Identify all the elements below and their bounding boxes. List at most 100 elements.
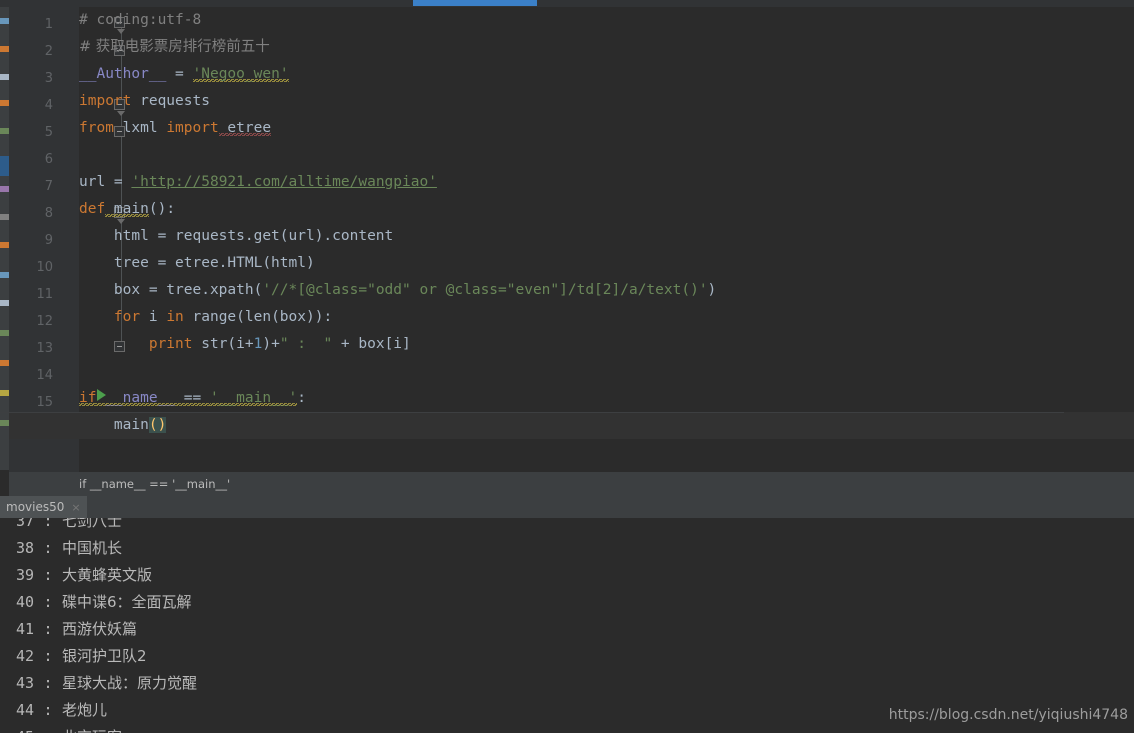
code-line-16-current: main() bbox=[0, 412, 1134, 439]
console-tab-bar[interactable]: movies50 × bbox=[0, 496, 1134, 519]
code-line-15: if __name__ == '__main__': bbox=[79, 385, 1134, 412]
operator-token: = bbox=[166, 66, 193, 82]
line-number: 4 bbox=[44, 98, 53, 113]
console-index: 40 bbox=[15, 593, 34, 611]
code-line-7: url = 'http://58921.com/alltime/wangpiao… bbox=[79, 169, 1134, 196]
tab-movies50[interactable]: movies50 × bbox=[0, 496, 87, 518]
variable-token: url bbox=[79, 174, 114, 190]
console-index: 44 bbox=[15, 701, 34, 719]
line-number: 8 bbox=[44, 206, 53, 221]
code-line-1: # coding:utf-8 bbox=[79, 7, 1134, 34]
operator-token: = bbox=[113, 174, 132, 190]
line-number: 13 bbox=[36, 341, 53, 356]
console-row: 42: 银河护卫队2 bbox=[0, 643, 1134, 670]
console-index: 37 bbox=[15, 518, 34, 530]
console-title: 七剑八士 bbox=[62, 518, 123, 530]
console-index: 38 bbox=[15, 539, 34, 557]
code-line-4: import requests bbox=[79, 88, 1134, 115]
console-row: 45:北京玩客 bbox=[0, 724, 1134, 733]
operator-token: == bbox=[183, 390, 210, 406]
statement-token: range(len(box)): bbox=[183, 309, 333, 325]
code-text-area[interactable]: # coding:utf-8 # 获取电影票房排行榜前五十 __Author__… bbox=[0, 7, 1134, 472]
line-number: 10 bbox=[36, 260, 53, 275]
console-separator: : bbox=[43, 647, 53, 665]
line-number: 9 bbox=[44, 233, 53, 248]
code-line-3: __Author__ = 'Negoo_wen' bbox=[79, 61, 1134, 88]
console-row: 40: 碟中谍6：全面瓦解 bbox=[0, 589, 1134, 616]
punctuation-token: ) bbox=[707, 282, 717, 298]
code-folding-gutter[interactable] bbox=[61, 7, 125, 472]
run-console-output[interactable]: 37: 七剑八士 38: 中国机长 39: 大黄蜂英文版 40: 碟中谍6：全面瓦解 4… bbox=[0, 518, 1134, 733]
console-row: 41: 西游伏妖篇 bbox=[0, 616, 1134, 643]
breadcrumb[interactable]: if __name__ == '__main__' bbox=[79, 472, 230, 496]
comment-token: # coding:utf-8 bbox=[79, 12, 202, 28]
console-index: 43 bbox=[15, 674, 34, 692]
xpath-string-token: '//*[@class="odd" or @class="even"]/td[2… bbox=[262, 282, 708, 298]
string-token: '__main__' bbox=[209, 390, 298, 406]
console-title: 银河护卫队2 bbox=[62, 647, 147, 665]
statement-token: )+ bbox=[262, 336, 280, 352]
matched-paren-token: () bbox=[148, 417, 167, 433]
line-number: 6 bbox=[44, 152, 53, 167]
console-separator: : bbox=[43, 701, 53, 719]
line-number: 5 bbox=[44, 125, 53, 140]
console-separator: : bbox=[43, 518, 53, 530]
line-number-gutter[interactable]: 1 2 3 4 5 6 7 8 9 10 11 12 13 14 15 16 bbox=[9, 7, 61, 472]
string-token: 'Negoo_wen' bbox=[192, 66, 289, 82]
ide-window: 1 2 3 4 5 6 7 8 9 10 11 12 13 14 15 16 bbox=[0, 0, 1134, 733]
tab-label: movies50 bbox=[6, 500, 65, 514]
module-token: etree bbox=[218, 120, 272, 136]
console-row: 43: 星球大战：原力觉醒 bbox=[0, 670, 1134, 697]
code-line-8: def main(): bbox=[79, 196, 1134, 223]
keyword-token: for bbox=[79, 309, 141, 325]
console-separator: : bbox=[43, 539, 53, 557]
line-number: 3 bbox=[44, 71, 53, 86]
line-number: 12 bbox=[36, 314, 53, 329]
console-row: 37: 七剑八士 bbox=[0, 518, 1134, 535]
keyword-token: import bbox=[79, 93, 132, 109]
console-title: 碟中谍6：全面瓦解 bbox=[62, 593, 192, 611]
console-index: 42 bbox=[15, 647, 34, 665]
console-separator: : bbox=[43, 566, 53, 584]
statement-token: str(i+ bbox=[192, 336, 254, 352]
console-index: 41 bbox=[15, 620, 34, 638]
line-number: 14 bbox=[36, 368, 53, 383]
code-line-10: tree = etree.HTML(html) bbox=[79, 250, 1134, 277]
breadcrumb-bar[interactable]: if __name__ == '__main__' bbox=[9, 472, 1134, 496]
top-status-strip bbox=[0, 0, 1134, 7]
module-token: lxml bbox=[113, 120, 167, 136]
progress-indicator bbox=[413, 0, 537, 6]
line-number: 7 bbox=[44, 179, 53, 194]
statement-token: box = tree.xpath( bbox=[79, 282, 263, 298]
punctuation-token: : bbox=[297, 390, 307, 406]
project-panel-sliver[interactable] bbox=[0, 0, 9, 470]
statement-token: tree = etree.HTML(html) bbox=[79, 255, 315, 271]
variable-token: i bbox=[140, 309, 167, 325]
code-line-5: from lxml import etree bbox=[79, 115, 1134, 142]
console-separator: : bbox=[43, 593, 53, 611]
console-title: 大黄蜂英文版 bbox=[62, 566, 153, 584]
statement-token: + box[i] bbox=[332, 336, 411, 352]
dunder-name-token: __Author__ bbox=[79, 66, 167, 82]
code-line-13: print str(i+1)+" : " + box[i] bbox=[79, 331, 1134, 358]
console-index: 39 bbox=[15, 566, 34, 584]
console-row: 39: 大黄蜂英文版 bbox=[0, 562, 1134, 589]
punctuation-token: (): bbox=[148, 201, 176, 217]
comment-token: # 获取电影票房排行榜前五十 bbox=[79, 39, 270, 55]
console-index: 45 bbox=[0, 724, 34, 733]
keyword-token: in bbox=[166, 309, 184, 325]
string-token: " : " bbox=[279, 336, 333, 352]
watermark-url: https://blog.csdn.net/yiqiushi4748 bbox=[888, 707, 1128, 723]
code-editor[interactable]: 1 2 3 4 5 6 7 8 9 10 11 12 13 14 15 16 bbox=[0, 7, 1134, 472]
statement-token: html = requests.get(url).content bbox=[79, 228, 394, 244]
console-separator: : bbox=[43, 620, 53, 638]
close-icon[interactable]: × bbox=[71, 502, 80, 513]
line-number: 1 bbox=[44, 17, 53, 32]
dunder-name-token: __name__ bbox=[96, 390, 184, 406]
keyword-token: print bbox=[79, 336, 193, 352]
keyword-token: if bbox=[79, 390, 97, 406]
console-title: 西游伏妖篇 bbox=[62, 620, 138, 638]
console-title: 中国机长 bbox=[62, 539, 123, 557]
console-separator: : bbox=[34, 724, 62, 733]
url-string-token[interactable]: 'http://58921.com/alltime/wangpiao' bbox=[131, 174, 437, 190]
